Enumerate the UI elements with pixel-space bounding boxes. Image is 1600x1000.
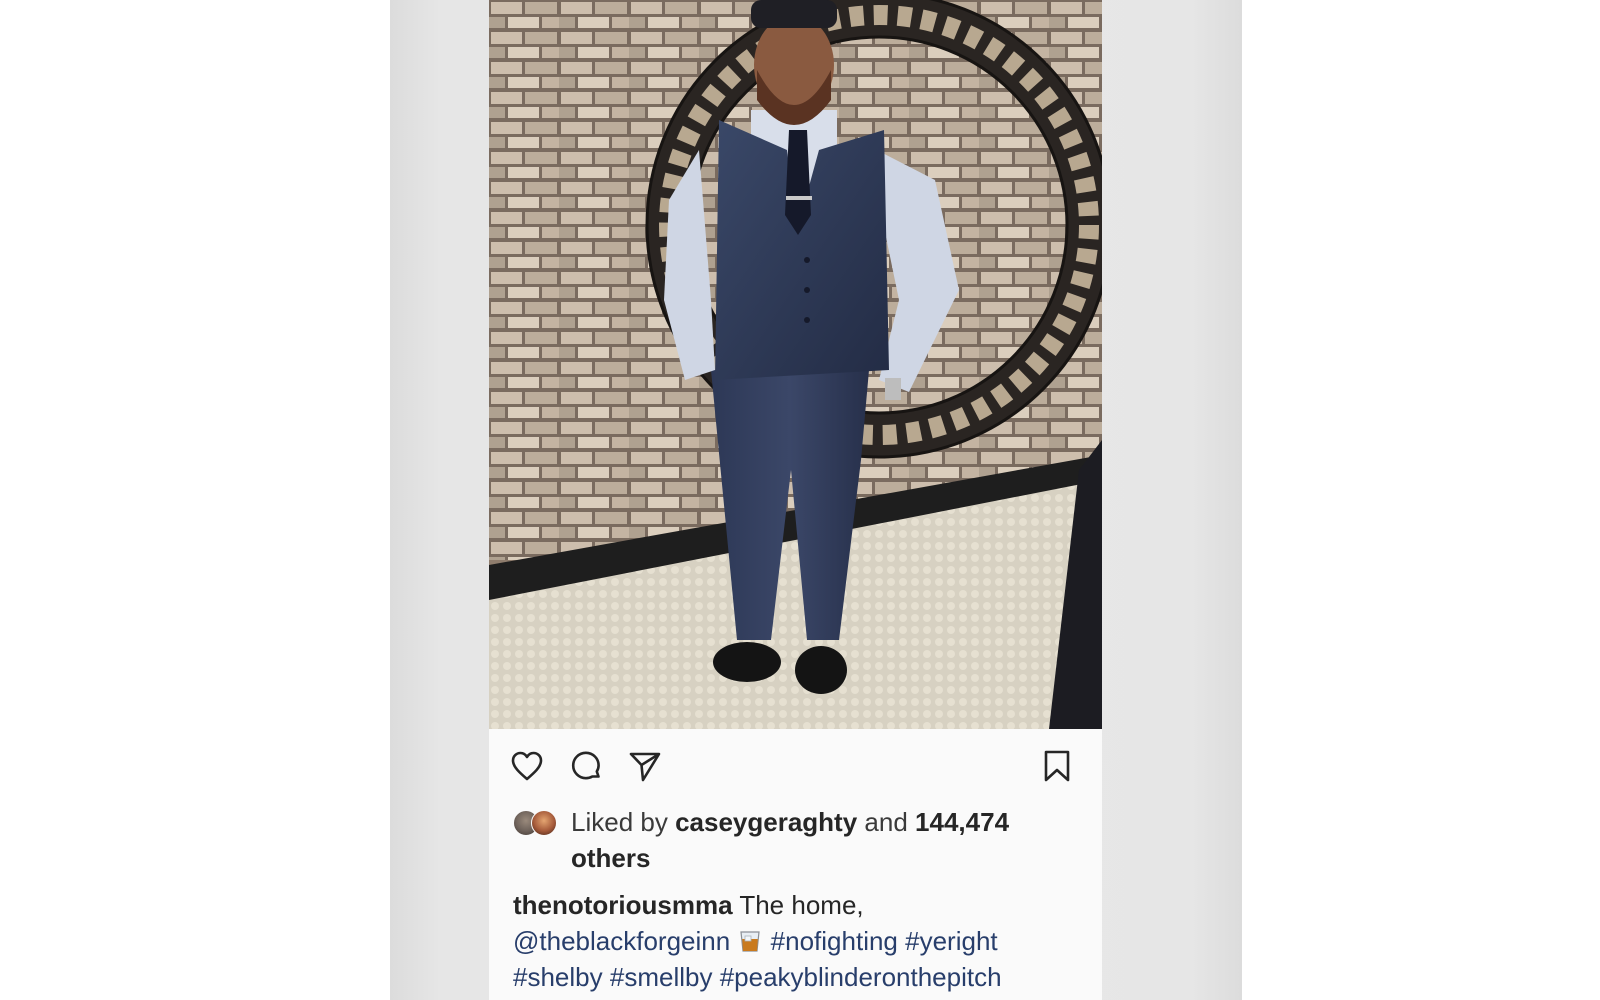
avatar[interactable]	[531, 810, 557, 836]
caption-username[interactable]: thenotoriousmma	[513, 890, 733, 920]
liker-avatars	[513, 810, 561, 836]
hashtag[interactable]: #nofighting	[771, 926, 898, 956]
share-button[interactable]	[623, 744, 667, 788]
comment-button[interactable]	[564, 744, 608, 788]
likes-text[interactable]: Liked by caseygeraghty and 144,474 other…	[571, 804, 1071, 876]
post-caption: thenotoriousmma The home, @theblackforge…	[513, 887, 1083, 995]
action-bar	[489, 744, 1102, 788]
likes-suffix[interactable]: others	[571, 843, 650, 873]
likes-conjunction: and	[864, 807, 908, 837]
liker-username[interactable]: caseygeraghty	[675, 807, 857, 837]
hashtag[interactable]: #smellby	[610, 962, 713, 992]
likes-count[interactable]: 144,474	[915, 807, 1009, 837]
post-image	[489, 0, 1102, 729]
whiskey-glass-icon	[740, 931, 761, 952]
save-button[interactable]	[1035, 744, 1079, 788]
paper-plane-icon	[629, 752, 661, 782]
caption-mention[interactable]: @theblackforgeinn	[513, 926, 730, 956]
post-photo[interactable]	[489, 0, 1102, 729]
likes-prefix: Liked by	[571, 807, 668, 837]
heart-icon	[511, 751, 543, 781]
caption-text: The home,	[739, 890, 864, 920]
comment-icon	[571, 751, 600, 780]
like-button[interactable]	[505, 744, 549, 788]
hashtag[interactable]: #shelby	[513, 962, 603, 992]
screen: Liked by caseygeraghty and 144,474 other…	[0, 0, 1600, 1000]
instagram-post: Liked by caseygeraghty and 144,474 other…	[489, 0, 1102, 1000]
hashtag[interactable]: #yeright	[905, 926, 998, 956]
hashtag[interactable]: #peakyblinderonthepitch	[720, 962, 1002, 992]
bookmark-icon	[1044, 750, 1070, 782]
